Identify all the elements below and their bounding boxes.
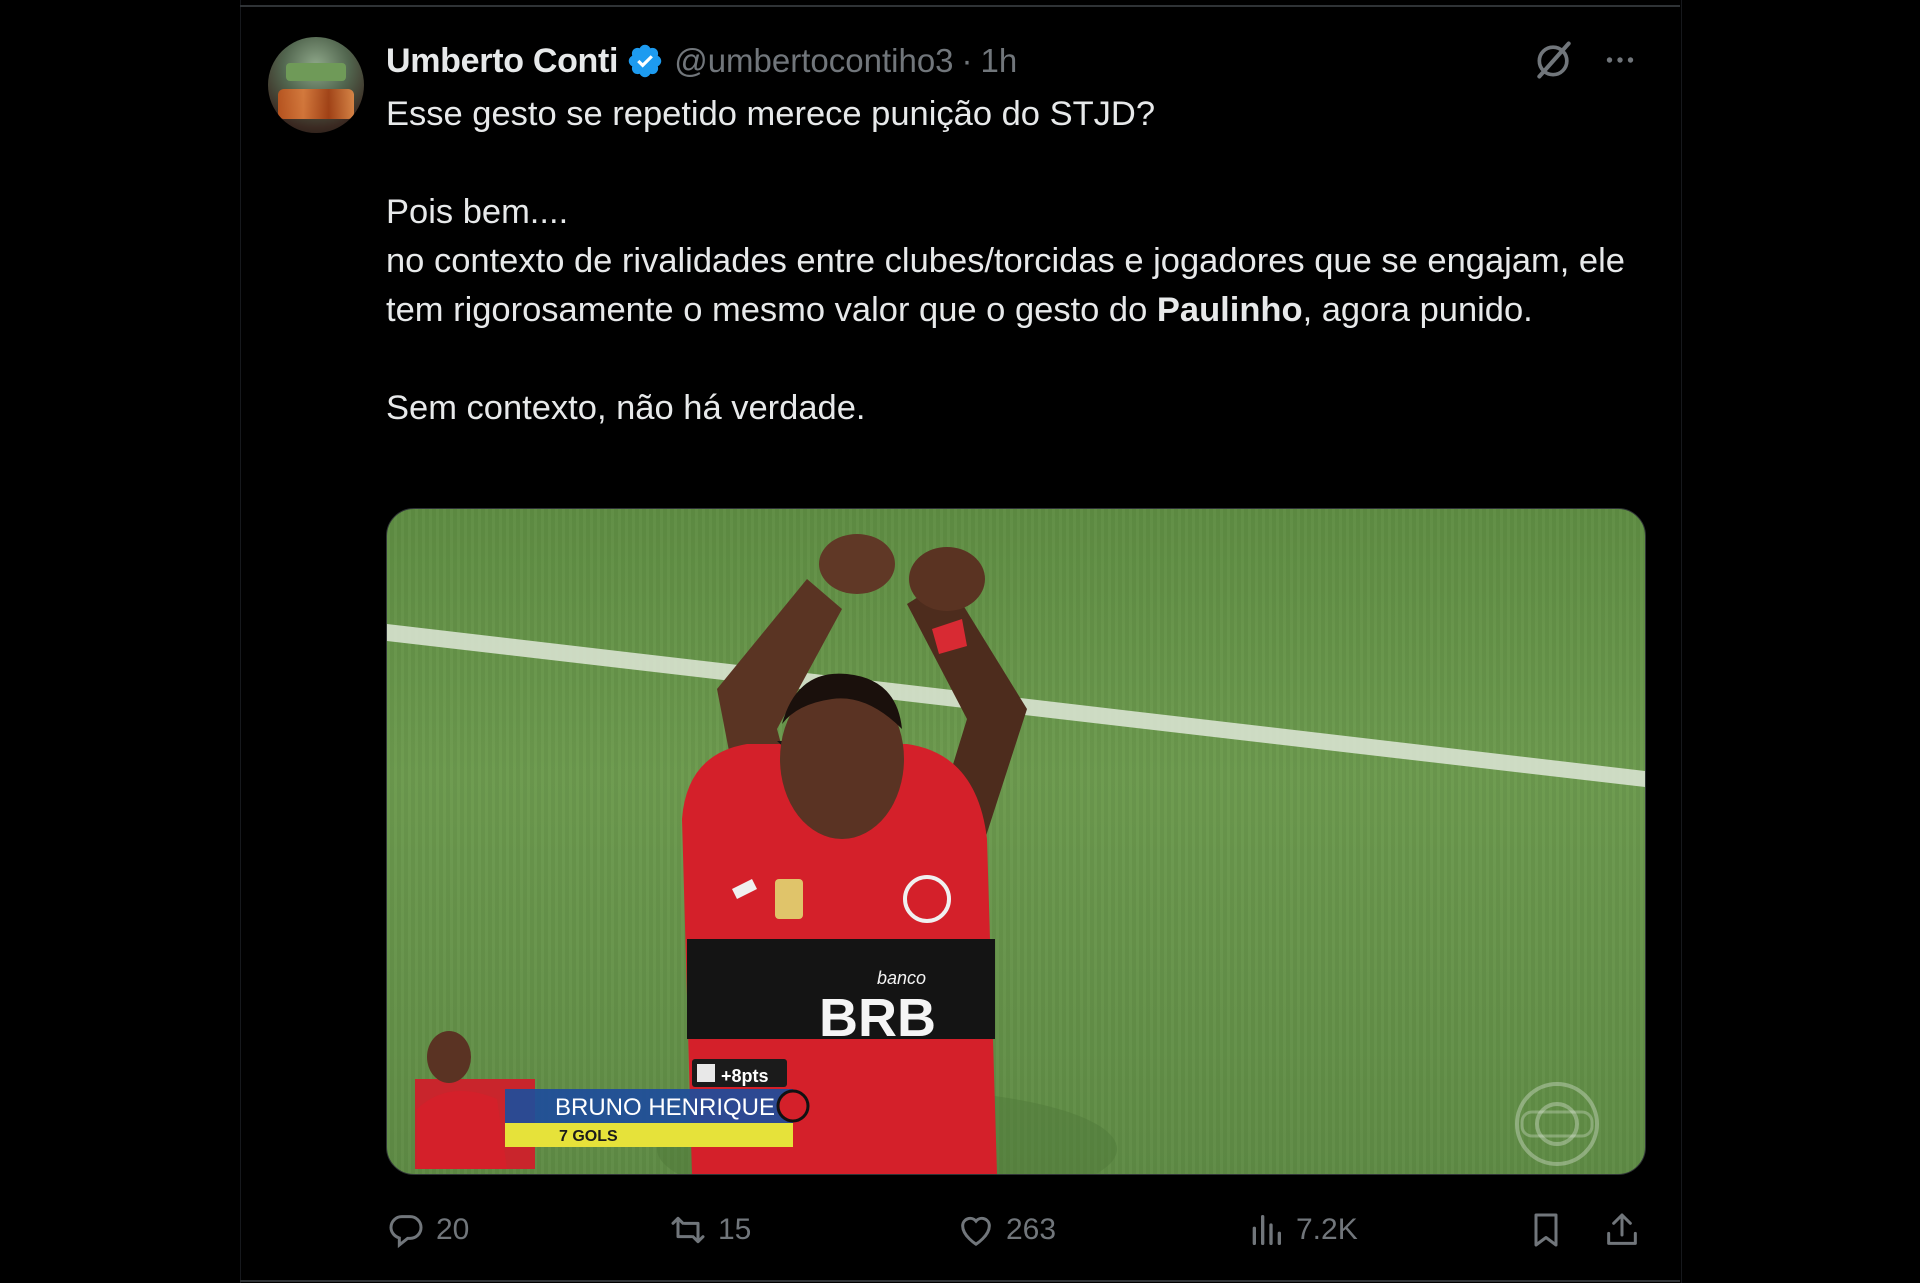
sponsor-brand: BRB <box>819 988 936 1048</box>
overlay-player: BRUNO HENRIQUE <box>555 1094 775 1121</box>
bottom-divider <box>240 1280 1680 1282</box>
broadcaster-logo-screen <box>1520 1110 1594 1138</box>
top-divider <box>240 5 1680 7</box>
author-handle[interactable]: @umbertocontiho3 <box>674 42 953 80</box>
share-icon <box>1607 1213 1637 1245</box>
player-right-fist <box>909 547 985 611</box>
broadcaster-logo-inner <box>1535 1102 1579 1146</box>
tweet-time[interactable]: 1h <box>981 42 1018 80</box>
repost-count: 15 <box>718 1213 752 1246</box>
author-name[interactable]: Umberto Conti <box>386 42 619 81</box>
like-count: 263 <box>1006 1213 1057 1246</box>
tweet-photo[interactable]: banco BRB +8pts BRUNO HENRIQUE 7 GOLS <box>386 508 1646 1175</box>
reply-count: 20 <box>436 1213 470 1246</box>
repost-button[interactable]: 15 <box>668 1205 751 1255</box>
overlay-goals-bar <box>505 1123 793 1147</box>
tweet-line-3-end: , agora punido. <box>1302 291 1533 329</box>
tweet-line-2: Pois bem.... <box>386 193 569 231</box>
overlay-goals: 7 GOLS <box>559 1128 618 1145</box>
more-icon[interactable] <box>1600 42 1640 78</box>
views-icon <box>1252 1215 1281 1245</box>
overlay-points-icon <box>697 1064 715 1082</box>
tweet-header: Umberto Conti @umbertocontiho3 · 1h <box>386 40 1017 82</box>
tweet-line-1: Esse gesto se repetido merece punição do… <box>386 95 1156 133</box>
avatar-field <box>286 63 346 81</box>
author-avatar[interactable] <box>268 37 364 133</box>
player-left-fist <box>819 534 895 594</box>
separator-dot: · <box>961 42 973 79</box>
sponsor-small: banco <box>877 968 926 988</box>
overlay-points: +8pts <box>721 1066 769 1086</box>
photo-scene: banco BRB +8pts BRUNO HENRIQUE 7 GOLS <box>387 534 1645 1174</box>
tweet-text: Esse gesto se repetido merece punição do… <box>386 90 1646 433</box>
share-button[interactable] <box>1602 1205 1652 1255</box>
bookmark-button[interactable] <box>1526 1205 1576 1255</box>
tweet-actions: 20 15 263 7.2K <box>386 1205 1646 1255</box>
heart-icon <box>961 1216 991 1246</box>
bookmark-icon <box>1534 1213 1558 1247</box>
avatar-crowd <box>278 89 354 119</box>
tweet-line-3: no contexto de rivalidades entre clubes/… <box>386 237 1646 335</box>
broadcaster-logo-outer <box>1515 1082 1599 1166</box>
reply-icon <box>389 1215 423 1249</box>
overlay-club-badge <box>776 1089 810 1123</box>
verified-badge-icon[interactable] <box>626 42 664 80</box>
repost-icon <box>671 1216 705 1244</box>
overlay-photo-shirt <box>417 1091 507 1169</box>
tweet-line-4: Sem contexto, não há verdade. <box>386 389 866 427</box>
views-count: 7.2K <box>1296 1213 1358 1246</box>
views-button[interactable]: 7.2K <box>1246 1205 1358 1255</box>
jersey-crest <box>775 879 803 919</box>
reply-button[interactable]: 20 <box>386 1205 469 1255</box>
like-button[interactable]: 263 <box>956 1205 1056 1255</box>
grok-icon[interactable] <box>1532 38 1576 82</box>
tweet-bold-name: Paulinho <box>1156 291 1303 329</box>
overlay-photo-head <box>427 1031 471 1083</box>
